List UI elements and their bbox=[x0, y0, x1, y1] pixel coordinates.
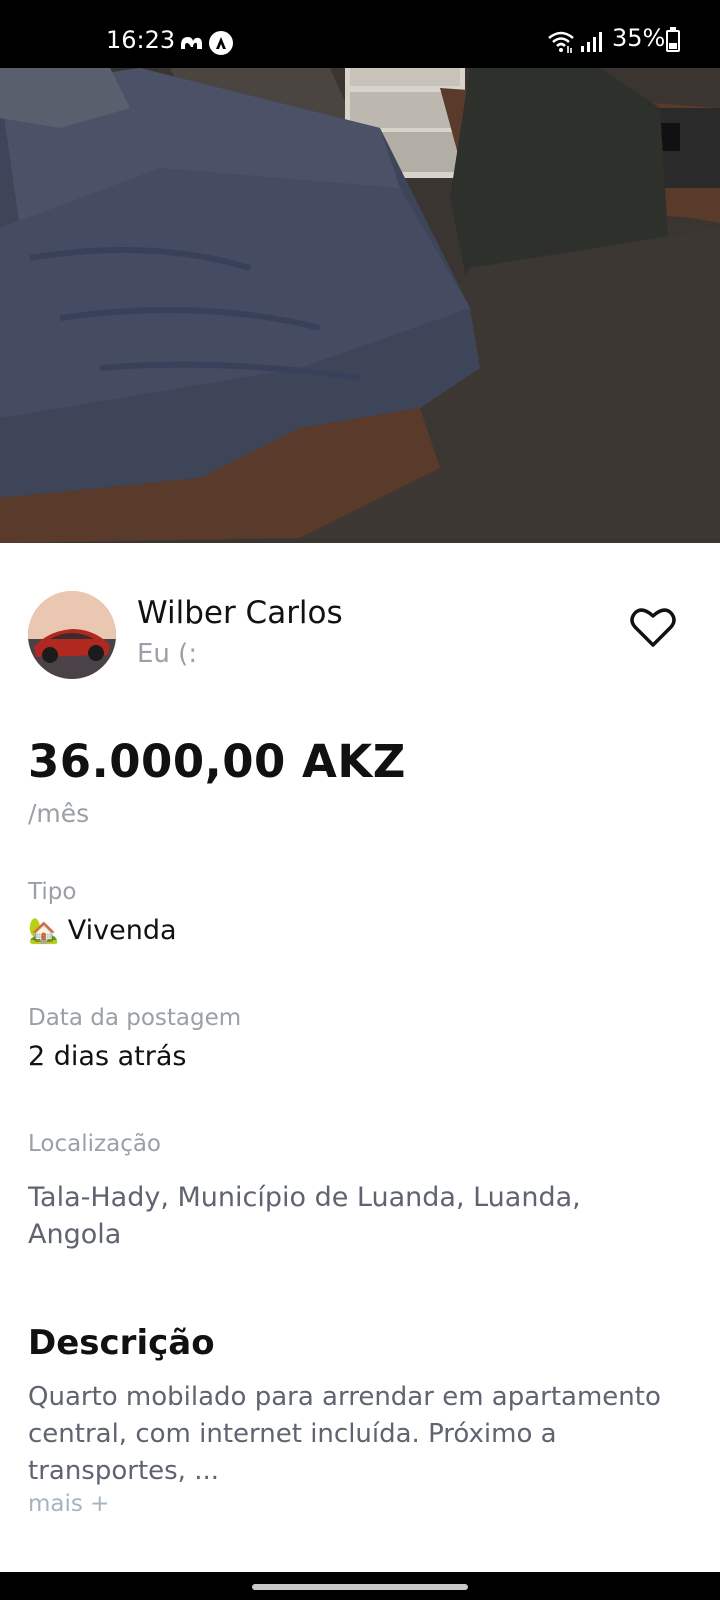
house-icon: 🏡 bbox=[28, 916, 60, 945]
avatar[interactable] bbox=[28, 591, 116, 679]
battery-icon bbox=[666, 27, 680, 52]
listing-photo[interactable] bbox=[0, 68, 720, 543]
signal-icon bbox=[581, 32, 602, 52]
description-title: Descrição bbox=[28, 1323, 215, 1363]
messenger-icon bbox=[181, 37, 202, 49]
status-bar: 16:23 35% bbox=[0, 0, 720, 68]
battery-percent: 35% bbox=[612, 24, 666, 52]
navigation-bar bbox=[0, 1572, 720, 1600]
type-value: 🏡 Vivenda bbox=[28, 915, 177, 946]
location-label: Localização bbox=[28, 1131, 161, 1157]
heart-icon[interactable] bbox=[630, 606, 676, 648]
price: 36.000,00 AKZ bbox=[28, 735, 406, 788]
type-value-text: Vivenda bbox=[67, 915, 177, 946]
description-text: Quarto mobilado para arrendar em apartam… bbox=[28, 1382, 661, 1486]
posted-label: Data da postagem bbox=[28, 1005, 242, 1031]
seller-subtitle: Eu (: bbox=[137, 639, 198, 669]
car-avatar-image bbox=[28, 591, 116, 679]
posted-value: 2 dias atrás bbox=[28, 1041, 187, 1072]
home-handle[interactable] bbox=[252, 1584, 468, 1590]
battery-fill bbox=[669, 43, 677, 49]
location-value: Tala-Hady, Município de Luanda, Luanda, … bbox=[28, 1182, 581, 1250]
status-time: 16:23 bbox=[106, 26, 176, 54]
nav-arrow-icon bbox=[209, 31, 233, 55]
seller-name[interactable]: Wilber Carlos bbox=[137, 595, 343, 631]
price-period: /mês bbox=[28, 799, 90, 828]
wifi-icon bbox=[548, 31, 574, 53]
type-label: Tipo bbox=[28, 879, 77, 905]
bedroom-photo bbox=[0, 68, 720, 543]
more-link[interactable]: mais + bbox=[28, 1491, 109, 1517]
